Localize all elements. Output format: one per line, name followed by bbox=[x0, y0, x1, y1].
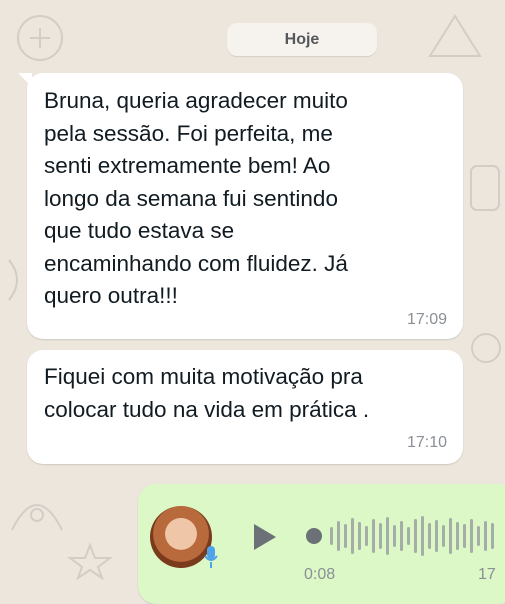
waveform-bar bbox=[491, 523, 494, 549]
date-divider: Hoje bbox=[227, 23, 377, 56]
play-icon[interactable] bbox=[254, 524, 276, 550]
waveform-bar bbox=[400, 521, 403, 551]
date-divider-label: Hoje bbox=[284, 30, 320, 48]
playback-scrubber[interactable] bbox=[306, 528, 322, 544]
outgoing-voice-message[interactable]: 0:08 17 bbox=[138, 484, 505, 604]
waveform-bar bbox=[470, 519, 473, 553]
waveform-bar bbox=[435, 520, 438, 552]
waveform-bar bbox=[379, 523, 382, 549]
waveform-bar bbox=[477, 526, 480, 546]
waveform-bar bbox=[456, 522, 459, 550]
waveform-bar bbox=[330, 527, 333, 545]
waveform-bar bbox=[449, 518, 452, 554]
waveform-bar bbox=[386, 517, 389, 555]
incoming-message[interactable]: Fiquei com muita motivação pra colocar t… bbox=[27, 350, 463, 464]
message-text: Fiquei com muita motivação pra colocar t… bbox=[44, 364, 370, 422]
voice-duration: 0:08 bbox=[304, 566, 336, 583]
waveform-bar bbox=[421, 516, 424, 556]
waveform-bar bbox=[358, 522, 361, 550]
waveform-bar bbox=[484, 521, 487, 551]
message-text: Bruna, queria agradecer muito pela sessã… bbox=[44, 88, 348, 308]
waveform-bar bbox=[344, 524, 347, 548]
waveform-bar bbox=[393, 525, 396, 547]
waveform-bar bbox=[337, 521, 340, 551]
waveform-bar bbox=[365, 526, 368, 546]
waveform-bar bbox=[351, 518, 354, 554]
waveform-bar bbox=[442, 525, 445, 547]
audio-waveform[interactable] bbox=[306, 514, 505, 558]
waveform-bar bbox=[407, 527, 410, 545]
sender-avatar bbox=[150, 506, 212, 568]
waveform-bar bbox=[414, 519, 417, 553]
incoming-message[interactable]: Bruna, queria agradecer muito pela sessã… bbox=[18, 73, 463, 339]
message-timestamp: 17:09 bbox=[406, 311, 447, 328]
mic-icon bbox=[204, 546, 218, 568]
waveform-bar bbox=[372, 519, 375, 553]
voice-timestamp: 17 bbox=[478, 566, 496, 583]
message-timestamp: 17:10 bbox=[406, 434, 447, 451]
waveform-bar bbox=[428, 523, 431, 549]
waveform-bar bbox=[463, 524, 466, 548]
